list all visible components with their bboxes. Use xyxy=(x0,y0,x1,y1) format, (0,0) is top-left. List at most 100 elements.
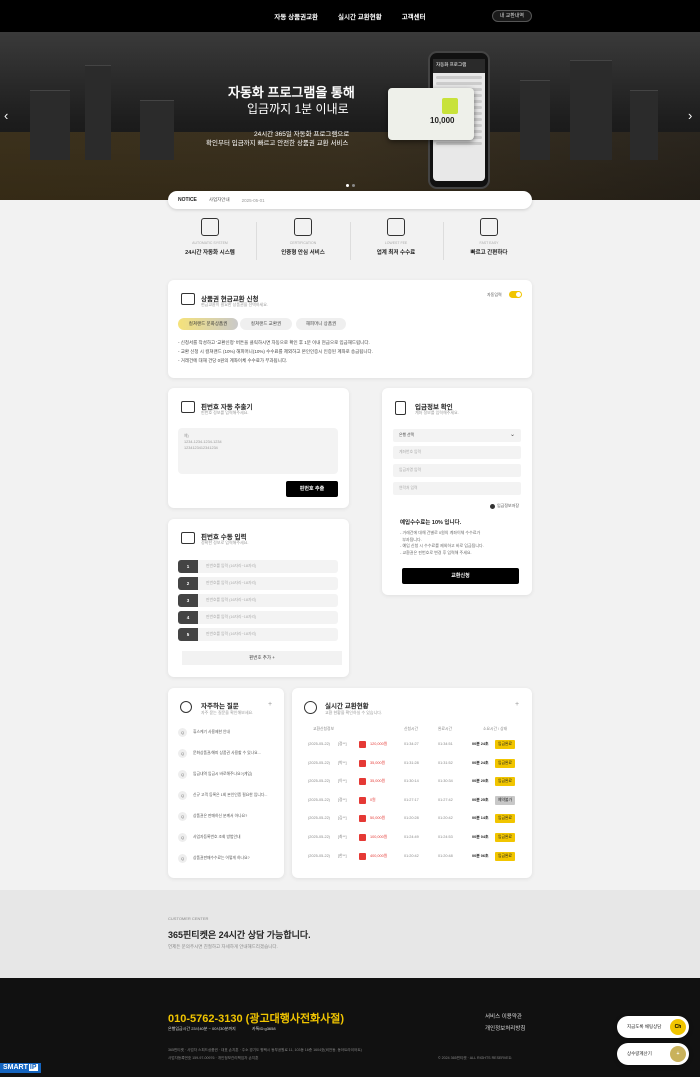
gift-card-mini-icon xyxy=(359,815,366,823)
extract-pin-button[interactable]: 핀번호 추출 xyxy=(286,481,338,497)
footer-kakao-id: 카톡ID:g3658 xyxy=(252,1026,276,1031)
auto-pin-subtitle: 핀번호 정보를 입력해주세요. xyxy=(201,410,249,415)
row-done-time: 01:27:42 xyxy=(438,797,453,802)
row-request-time: 01:34:27 xyxy=(404,742,419,746)
faq-item[interactable]: Q 상품권판매수수료는 어떻게 하나요? xyxy=(178,854,250,863)
slide-indicator[interactable] xyxy=(346,184,355,187)
privacy-link[interactable]: 개인정보처리방침 xyxy=(485,1024,525,1032)
faq-item[interactable]: Q 휴스케기 사용제한 안내 xyxy=(178,728,230,737)
notice-date: 2025-05-01 xyxy=(241,197,265,203)
building xyxy=(85,65,111,160)
cs-title: 365핀티켓은 24시간 상담 가능합니다. xyxy=(168,930,311,940)
auto-input-toggle[interactable] xyxy=(509,291,522,298)
row-done-time: 01:31:52 xyxy=(438,760,453,765)
kakao-chat-button[interactable]: 지금도록 채팅상담 Ch xyxy=(617,1016,689,1038)
feature-automation: AUTOMATIC SYSTEM 24시간 자동화 시스템 xyxy=(164,218,256,256)
row-name: [김**] xyxy=(338,816,347,821)
gift-card-icon xyxy=(181,293,195,305)
row-amount: 100,000원 xyxy=(370,835,388,839)
bank-select[interactable]: 은행 선택 ⌄ xyxy=(393,429,521,442)
row-duration: 00분 24초 xyxy=(472,760,489,765)
auto-input-label: 자동입력 xyxy=(487,292,502,297)
pin-row[interactable]: 5 핀번호를 입력 (16자리~18자리) xyxy=(178,628,338,641)
gift-card-mini-icon xyxy=(359,852,366,860)
account-number-field[interactable]: 계좌번호 입력 xyxy=(393,446,521,459)
row-done-time: 01:34:51 xyxy=(438,742,453,746)
gift-card-popup: 10,000 xyxy=(388,88,474,140)
live-row: (2025-05-22) [정**] 120,000원 01:34:27 01:34:5… xyxy=(306,738,520,752)
nav-customer-center[interactable]: 고객센터 xyxy=(402,11,426,21)
row-request-time: 01:20:28 xyxy=(404,816,419,821)
nav-live-status[interactable]: 실시간 교환현황 xyxy=(338,11,382,21)
tab-cultureland-voucher[interactable]: 컬쳐랜드 교환권 xyxy=(240,318,292,330)
kakao-channel-icon: Ch xyxy=(670,1019,686,1035)
live-row: (2025-05-22) [박**] 35,000원 01:31:28 01:31:52… xyxy=(306,757,520,771)
tab-cultureland[interactable]: 컬쳐랜드 문화상품권 xyxy=(178,318,238,330)
pin-row[interactable]: 2 핀번호를 입력 (16자리~18자리) xyxy=(178,577,338,590)
pin-row[interactable]: 3 핀번호를 입력 (16자리~18자리) xyxy=(178,594,338,607)
my-exchange-button[interactable]: 내 교환내역 xyxy=(491,10,532,22)
faq-item[interactable]: Q 문화상품권/해피 상품권 사용할 수 있나요... xyxy=(178,749,261,758)
row-request-time: 01:30:14 xyxy=(404,779,419,784)
tab-happymoney[interactable]: 해피머니 상품권 xyxy=(296,318,346,330)
gift-card-mini-icon xyxy=(359,741,366,748)
row-amount: 0원 xyxy=(370,797,376,802)
next-slide-icon[interactable]: › xyxy=(688,108,692,123)
phone-title: 자동화 프로그램 xyxy=(433,59,485,73)
faq-panel xyxy=(168,688,284,878)
col-header-status: 소요시간 / 상태 xyxy=(483,727,508,731)
row-duration: 00분 20초 xyxy=(472,779,489,784)
notice-bar[interactable]: NOTICE 사업자안내 2025-05-01 xyxy=(168,191,532,209)
row-duration: 00분 24초 xyxy=(472,742,489,746)
row-date: (2025-05-22) xyxy=(308,797,330,802)
card-icon xyxy=(181,532,195,544)
row-request-time: 01:24:49 xyxy=(404,835,419,839)
row-name: [이**] xyxy=(338,779,347,784)
gift-card-mini-icon xyxy=(359,778,366,786)
hand-card-icon xyxy=(480,218,498,236)
live-row: (2025-05-22) [정**] 0원 01:27:17 01:27:42 00분 2… xyxy=(306,794,520,808)
pin-textarea[interactable]: 예) 1234-1234-1234-1234 1234123412341234 xyxy=(178,428,338,474)
building xyxy=(630,90,658,160)
terms-link[interactable]: 서비스 이용약관 xyxy=(485,1012,522,1020)
calculator-button[interactable]: 상수량계산기 + xyxy=(617,1043,689,1065)
faq-item[interactable]: Q 신규 고객 등록은 1회 본인인증 필요한 입니다... xyxy=(178,791,267,800)
row-request-time: 01:31:28 xyxy=(404,760,419,765)
footer: 010-5762-3130 (광고대행사전화사절) 은행입금시간 23시40분 … xyxy=(0,978,700,1077)
chevron-down-icon: ⌄ xyxy=(509,432,515,438)
hero-desc-2: 확인부터 입금까지 빠르고 안전한 상품권 교환 서비스 xyxy=(206,140,349,147)
faq-item[interactable]: Q 상품권은 판매하신 분께서 아나요? xyxy=(178,812,247,821)
pin-row[interactable]: 4 핀번호를 입력 (16자리~18자리) xyxy=(178,611,338,624)
footer-phone: 010-5762-3130 (광고대행사전화사절) xyxy=(168,1013,345,1025)
depositor-name-field[interactable]: 입금자명 입력 xyxy=(393,464,521,477)
live-more-button[interactable]: + xyxy=(515,701,519,708)
phone-field[interactable]: 연락처 입력 xyxy=(393,482,521,495)
gift-card-mini-icon xyxy=(359,796,366,804)
row-date: (2025-05-22) xyxy=(308,742,330,746)
row-name: [박**] xyxy=(338,760,347,765)
faq-more-button[interactable]: + xyxy=(268,701,272,708)
exchange-note-2: - 교환 신청 시 컬쳐랜드 (10%) 해피머니(10%) 수수료를 제외하고… xyxy=(178,349,373,354)
save-deposit-checkbox[interactable]: 입금정보저장 xyxy=(490,503,519,509)
faq-item[interactable]: Q 입금내역 입금시 바로해주나요?(게임) xyxy=(178,770,252,779)
row-amount: 35,000원 xyxy=(370,779,386,784)
row-status-badge: 입금완료 xyxy=(495,851,515,861)
row-status-badge: 입금완료 xyxy=(495,758,515,768)
add-pin-button[interactable]: 핀번호 추가 + xyxy=(182,651,342,665)
row-date: (2025-05-22) xyxy=(308,779,330,784)
person-icon xyxy=(442,98,458,114)
faq-title: 자주하는 질문 xyxy=(201,703,239,710)
cs-label: CUSTOMER CENTER xyxy=(168,916,209,921)
pin-row[interactable]: 1 핀번호를 입력 (16자리~18자리) xyxy=(178,560,338,573)
apply-exchange-button[interactable]: 교환신청 xyxy=(402,568,519,584)
feature-certification: CERTIFICATION 인증형 안심 서비스 xyxy=(257,218,349,256)
prev-slide-icon[interactable]: ‹ xyxy=(4,108,8,123)
document-icon xyxy=(294,218,312,236)
nav-auto-exchange[interactable]: 자동 상품권교환 xyxy=(274,11,318,21)
footer-hours: 은행입금시간 23시40분 ~ 00시30분까지 xyxy=(168,1026,236,1031)
faq-item[interactable]: Q 사업자등록번호 조회 방법안내 xyxy=(178,833,241,842)
barcode-icon xyxy=(181,401,195,413)
customer-center-section: CUSTOMER CENTER 365핀티켓은 24시간 상담 가능합니다. 언… xyxy=(0,890,700,978)
computer-icon xyxy=(201,218,219,236)
building xyxy=(520,80,550,160)
